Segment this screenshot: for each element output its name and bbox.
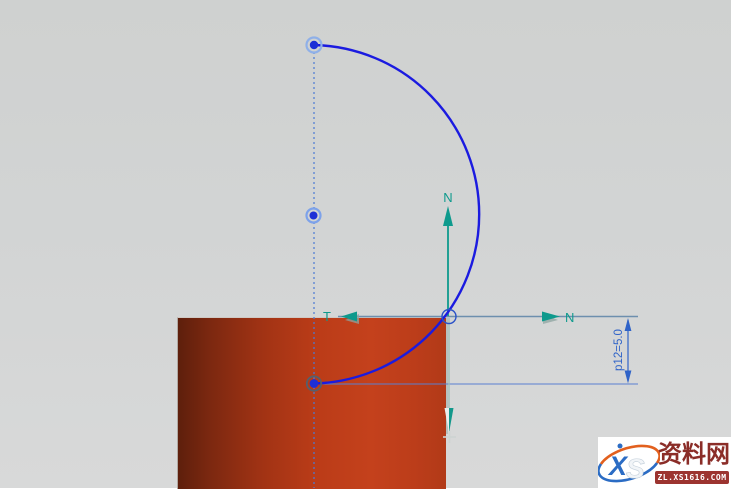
dimension-arrow-up-icon (625, 318, 632, 331)
watermark-site-name: 资料网 (657, 439, 731, 470)
arc-top-point[interactable] (310, 41, 318, 49)
logo-dot-icon (618, 444, 623, 449)
arc-bottom-point[interactable] (310, 379, 319, 388)
sketch-overlay: T N N p12=5.0 (0, 0, 731, 488)
arc-center-point[interactable] (310, 212, 318, 220)
tangent-axis-label: T (323, 309, 331, 324)
dimension-arrow-down-icon (625, 371, 632, 384)
cad-viewport: T N N p12=5.0 (0, 0, 731, 488)
watermark-logo: X S (598, 439, 660, 487)
sketch-arc[interactable] (314, 45, 479, 384)
watermark: X S 资料网 ZL.XS1616.COM (598, 437, 731, 488)
normal-axis-label-top: N (443, 190, 452, 205)
normal-axis-label-right: N (565, 310, 574, 325)
down-arrow-right-half-icon[interactable] (449, 408, 454, 433)
vertical-axis-arrow-up-icon[interactable] (443, 206, 453, 226)
logo-letter-s: S (626, 453, 645, 484)
dimension-value-label[interactable]: p12=5.0 (613, 329, 625, 371)
watermark-site-url: ZL.XS1616.COM (655, 471, 729, 484)
